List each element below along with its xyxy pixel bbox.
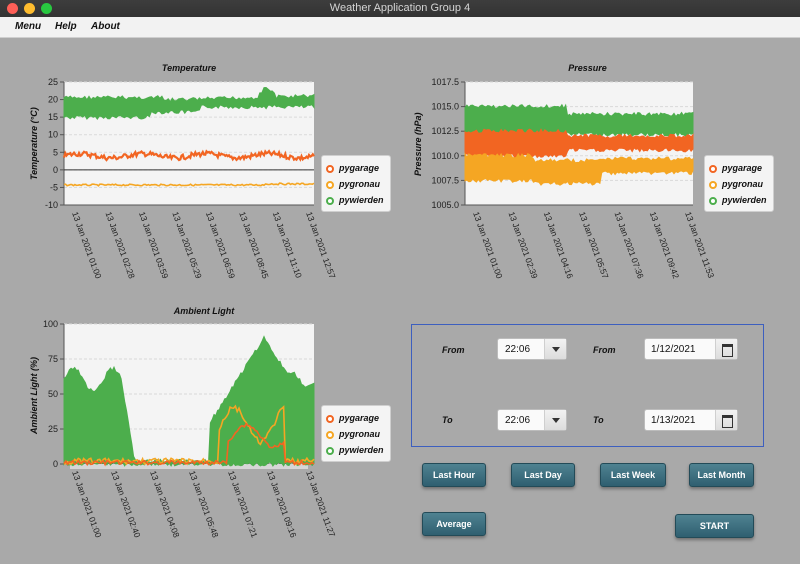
pygronau-marker-icon [326,430,334,439]
light-x-tick-label: 13 Jan 2021 11:27 [304,469,337,538]
ambient-light-chart: 100755025013 Jan 2021 01:00 13 Jan 2021 0… [43,319,338,539]
light-y-tick-label: 25 [48,424,58,434]
light-legend: pygarage pygronau pywierden [321,405,391,462]
date-range-panel: From 22:06 From 1/12/2021 To 22:06 To 1/… [411,324,764,447]
light-x-tick-label: 13 Jan 2021 01:00 [70,469,104,539]
to-date-value: 1/13/2021 [651,415,696,426]
average-button[interactable]: Average [422,512,486,536]
pywierden-marker-icon [326,446,334,455]
start-button[interactable]: START [675,514,754,538]
app-window: Weather Application Group 4 Menu Help Ab… [0,0,800,564]
to-time-select[interactable]: 22:06 [497,409,567,431]
calendar-icon[interactable] [715,410,737,430]
from-time-value: 22:06 [505,344,531,355]
from-time-label: From [442,345,465,355]
last-month-button[interactable]: Last Month [689,463,754,487]
chevron-down-icon[interactable] [544,339,566,359]
legend-item-pywierden: pywierden [326,442,384,458]
pygarage-marker-icon [326,414,334,423]
chevron-down-icon[interactable] [544,410,566,430]
light-x-tick-label: 13 Jan 2021 09:16 [265,469,299,539]
calendar-icon[interactable] [715,339,737,359]
last-hour-button[interactable]: Last Hour [422,463,486,487]
light-x-tick-label: 13 Jan 2021 05:48 [187,469,221,539]
last-day-button[interactable]: Last Day [511,463,575,487]
light-x-tick-label: 13 Jan 2021 07:21 [226,469,260,539]
to-time-value: 22:06 [505,415,531,426]
from-date-value: 1/12/2021 [651,344,696,355]
last-week-button[interactable]: Last Week [600,463,666,487]
light-x-tick-label: 13 Jan 2021 02:40 [109,469,143,539]
from-date-label: From [593,345,616,355]
legend-item-pygarage: pygarage [326,410,384,426]
to-date-picker[interactable]: 1/13/2021 [644,409,738,431]
light-y-tick-label: 75 [48,354,58,364]
from-time-select[interactable]: 22:06 [497,338,567,360]
light-y-tick-label: 50 [48,389,58,399]
from-date-picker[interactable]: 1/12/2021 [644,338,738,360]
legend-item-pygronau: pygronau [326,426,384,442]
light-x-tick-label: 13 Jan 2021 04:08 [148,469,182,539]
light-y-tick-label: 0 [53,459,58,469]
light-y-tick-label: 100 [43,319,58,329]
to-time-label: To [442,415,453,425]
to-date-label: To [593,415,604,425]
